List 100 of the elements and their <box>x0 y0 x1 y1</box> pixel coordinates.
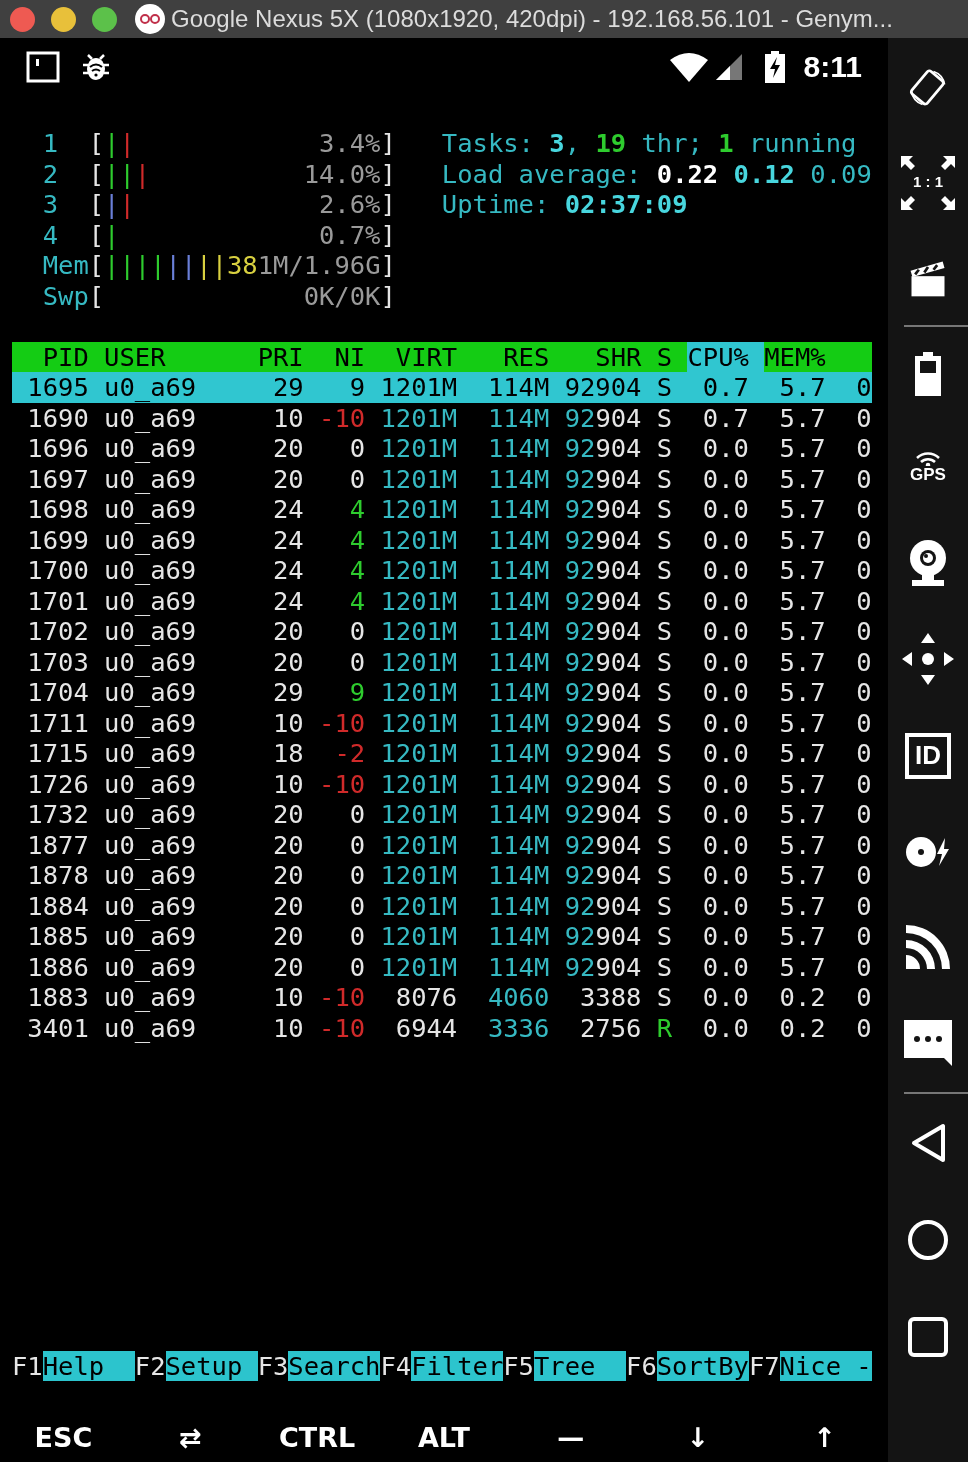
table-cell-text: u0_a69 <box>104 982 198 1013</box>
column-header[interactable]: PRI <box>257 341 320 372</box>
table-cell-text: S <box>656 524 674 555</box>
table-cell-text: S <box>656 372 674 403</box>
process-row[interactable]: 1697 u0_a69 20 0 1201M 114M 92904 S 0.0 5.7 0 <box>12 463 872 494</box>
column-header[interactable]: VIRT <box>380 341 473 372</box>
table-cell-text: 92904 <box>564 799 643 830</box>
table-cell-text: 92904 <box>564 921 643 952</box>
table-cell-text: 0.7 <box>701 402 750 433</box>
table-cell-text: 20 <box>271 646 305 677</box>
table-cell-text: 4 <box>348 585 367 616</box>
app-logo-icon <box>135 4 165 34</box>
extra-key[interactable]: ↑ <box>813 1417 836 1458</box>
table-cell-text: 0.0 <box>701 494 750 525</box>
table-cell-text: S <box>656 433 674 464</box>
table-cell-text: 0 <box>855 829 872 860</box>
table-cell-text: 0 <box>348 463 367 494</box>
extra-key[interactable]: ALT <box>417 1417 470 1458</box>
table-cell-text: 5.7 <box>778 951 827 982</box>
table-cell-text: 0.0 <box>701 555 750 586</box>
table-cell-text: 1726 <box>26 768 90 799</box>
table-cell-text: S <box>656 555 674 586</box>
table-cell-text: 0 <box>855 951 872 982</box>
table-cell-text: 24 <box>271 555 305 586</box>
table-cell-text: 24 <box>271 524 305 555</box>
process-row[interactable]: 1726 u0_a69 10 -10 1201M 114M 92904 S 0.0 5.7 0 <box>12 768 872 799</box>
table-cell-text: 0.0 <box>701 524 750 555</box>
process-row[interactable]: 1704 u0_a69 29 9 1201M 114M 92904 S 0.0 5.7 0 <box>12 677 872 708</box>
table-cell-text: 1703 <box>26 646 90 677</box>
extra-key[interactable]: — <box>557 1417 585 1458</box>
column-header[interactable]: MEM% <box>764 341 841 372</box>
table-cell-text: 0 <box>855 982 872 1013</box>
table-cell-text: 20 <box>271 433 305 464</box>
process-row[interactable]: 1883 u0_a69 10 -10 8076 4060 3388 S 0.0 0.2 0 <box>12 982 872 1013</box>
process-row[interactable]: 1877 u0_a69 20 0 1201M 114M 92904 S 0.0 5.7 0 <box>12 829 872 860</box>
table-cell-text: 114M <box>486 524 551 555</box>
process-row[interactable]: 1701 u0_a69 24 4 1201M 114M 92904 S 0.0 5.7 0 <box>12 585 872 616</box>
column-header[interactable]: PID <box>12 341 105 372</box>
maximize-window-button[interactable] <box>92 6 117 32</box>
process-row[interactable]: 1690 u0_a69 10 -10 1201M 114M 92904 S 0.7 5.7 0 <box>12 402 872 433</box>
process-row[interactable]: 1702 u0_a69 20 0 1201M 114M 92904 S 0.0 5.7 0 <box>12 616 872 647</box>
table-cell-text: u0_a69 <box>104 677 198 708</box>
column-header[interactable]: NI <box>319 341 381 372</box>
process-row[interactable]: 1886 u0_a69 20 0 1201M 114M 92904 S 0.0 5.7 0 <box>12 951 872 982</box>
extra-key[interactable]: ↓ <box>686 1417 709 1458</box>
column-header[interactable]: USER <box>104 341 258 372</box>
table-cell-text: 5.7 <box>778 433 827 464</box>
table-cell-text: 20 <box>271 616 305 647</box>
process-row[interactable]: 1884 u0_a69 20 0 1201M 114M 92904 S 0.0 5.7 0 <box>12 890 872 921</box>
table-cell-text: S <box>656 982 674 1013</box>
close-window-button[interactable] <box>10 6 35 32</box>
table-cell-text: 1702 <box>26 616 90 647</box>
extra-key[interactable]: CTRL <box>279 1417 356 1458</box>
process-row[interactable]: 3401 u0_a69 10 -10 6944 3336 2756 R 0.0 0.2 0 <box>12 1012 872 1043</box>
gps-button[interactable]: GPS <box>910 420 946 515</box>
table-cell-text: 20 <box>271 921 305 952</box>
table-cell-text: u0_a69 <box>104 402 198 433</box>
process-row[interactable]: 1711 u0_a69 10 -10 1201M 114M 92904 S 0.0 5.7 0 <box>12 707 872 738</box>
table-cell-text: 9 <box>348 677 367 708</box>
process-row[interactable]: 1885 u0_a69 20 0 1201M 114M 92904 S 0.0 5.7 0 <box>12 921 872 952</box>
rss-icon <box>906 925 950 969</box>
table-cell-text: 114M <box>486 707 551 738</box>
table-cell-text: 5.7 <box>778 463 827 494</box>
clock: 8:11 <box>803 49 862 85</box>
device-id-button[interactable]: ID <box>905 707 951 804</box>
process-row[interactable]: 1699 u0_a69 24 4 1201M 114M 92904 S 0.0 5.7 0 <box>12 524 872 555</box>
process-row[interactable]: 1703 u0_a69 20 0 1201M 114M 92904 S 0.0 5.7 0 <box>12 646 872 677</box>
extra-key[interactable]: ESC <box>34 1417 93 1458</box>
column-header[interactable]: RES <box>472 341 565 372</box>
process-row[interactable]: 1700 u0_a69 24 4 1201M 114M 92904 S 0.0 5.7 0 <box>12 555 872 586</box>
meter-label: 1 <box>42 128 60 159</box>
column-header[interactable]: SHR <box>564 341 657 372</box>
process-row[interactable]: 1878 u0_a69 20 0 1201M 114M 92904 S 0.0 5.7 0 <box>12 860 872 891</box>
table-cell-text: 5.7 <box>778 707 827 738</box>
extra-key[interactable]: ⇄ <box>178 1417 202 1458</box>
table-cell-text: 1201M <box>380 951 459 982</box>
table-cell-text: 20 <box>271 951 305 982</box>
table-cell-text: 1201M <box>380 585 459 616</box>
minimize-window-button[interactable] <box>51 6 76 32</box>
meter-readout: [|| 3.4%] <box>88 128 396 159</box>
process-row[interactable]: 1698 u0_a69 24 4 1201M 114M 92904 S 0.0 5.7 0 <box>12 494 872 525</box>
process-row[interactable]: 1732 u0_a69 20 0 1201M 114M 92904 S 0.0 5.7 0 <box>12 799 872 830</box>
table-cell-text: 1699 <box>26 524 90 555</box>
table-cell-text: u0_a69 <box>104 372 198 403</box>
table-cell-text: 5.7 <box>778 646 827 677</box>
summary-line: Tasks: 3, 19 thr; 1 running <box>441 128 858 159</box>
webcam-icon <box>908 538 948 587</box>
table-cell-text: 1885 <box>26 921 90 952</box>
process-row[interactable]: 1695 u0_a69 29 9 1201M 114M 92904 S 0.7 5.7 0 <box>12 372 872 403</box>
table-cell-text: 92904 <box>564 494 643 525</box>
table-cell-text: u0_a69 <box>104 890 198 921</box>
table-cell-text: 0 <box>855 372 872 403</box>
table-cell-text: S <box>656 616 674 647</box>
meter-readout: [ 0K/0K] <box>88 280 396 311</box>
process-row[interactable]: 1715 u0_a69 18 -2 1201M 114M 92904 S 0.0 5.7 0 <box>12 738 872 769</box>
table-cell-text: S <box>656 707 674 738</box>
process-row[interactable]: 1696 u0_a69 20 0 1201M 114M 92904 S 0.0 5.7 0 <box>12 433 872 464</box>
pixel-ratio-button[interactable]: 1 : 1 <box>901 135 955 230</box>
column-header[interactable]: S <box>656 341 688 372</box>
column-header[interactable]: CPU% <box>687 341 765 372</box>
